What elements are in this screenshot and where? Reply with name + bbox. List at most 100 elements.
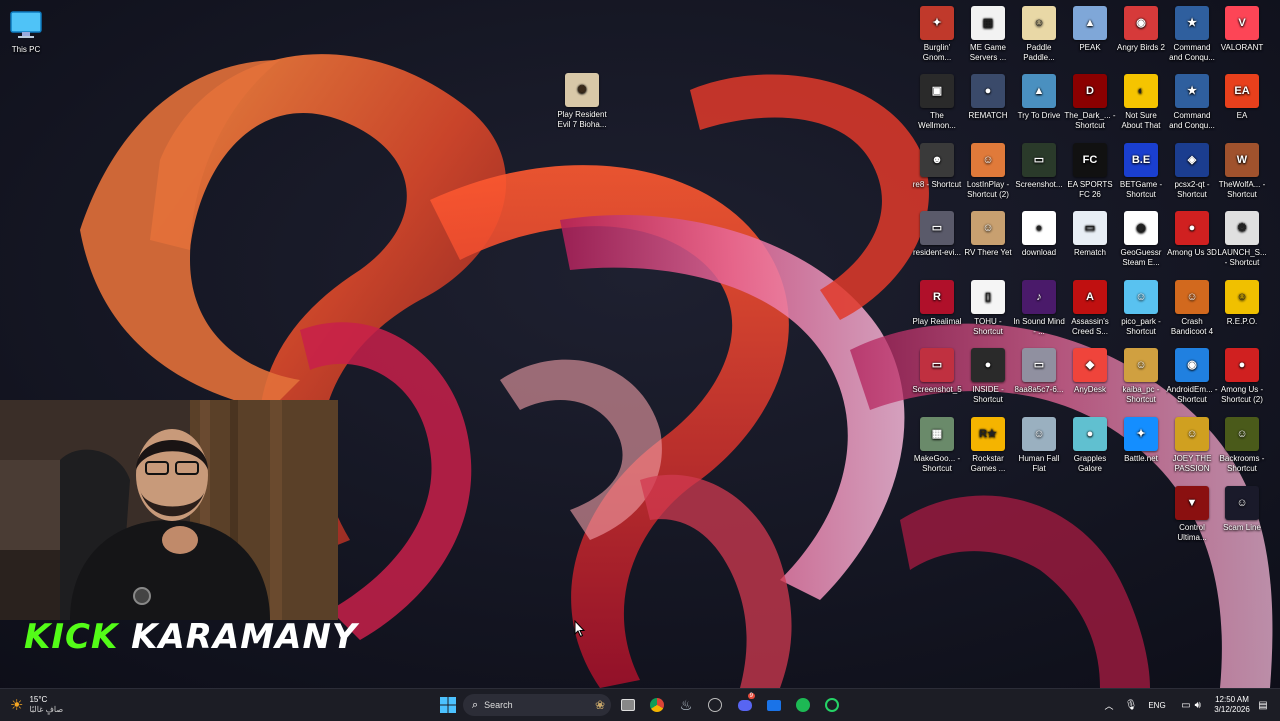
desktop-shortcut-icon[interactable]: V VALORANT <box>1216 6 1268 53</box>
app-icon: ☺ <box>1175 417 1209 451</box>
desktop-shortcut-icon[interactable]: ▭ Screenshot... <box>1013 143 1065 190</box>
desktop-icon-resident-evil-7[interactable]: ✺ Play Resident Evil 7 Bioha... <box>556 73 608 130</box>
app-icon: ✦ <box>1124 417 1158 451</box>
weather-widget[interactable]: ☀ 15°C صافٍ غالبًا <box>10 693 90 717</box>
desktop-shortcut-icon[interactable]: ▭ resident-evi... <box>911 211 963 258</box>
desktop-icon-label: pcsx2-qt - Shortcut <box>1174 180 1210 199</box>
taskbar-search-box[interactable]: ⌕ Search ❀ <box>463 694 611 716</box>
desktop-shortcut-icon[interactable]: ◉ Angry Birds 2 <box>1115 6 1167 53</box>
windows-icon <box>440 697 456 713</box>
desktop-shortcut-icon[interactable]: ☺ Paddle Paddle... <box>1013 6 1065 63</box>
desktop-icon-label: Control Ultima... <box>1177 523 1207 542</box>
desktop-shortcut-icon[interactable]: ★ Command and Conqu... <box>1166 6 1218 63</box>
desktop-shortcut-icon[interactable]: ☺ pico_park - Shortcut <box>1115 280 1167 337</box>
taskbar-discord[interactable]: 9 <box>733 693 757 717</box>
desktop-shortcut-icon[interactable]: ♪ In Sound Mind - ... <box>1013 280 1065 337</box>
desktop-shortcut-icon[interactable]: FC EA SPORTS FC 26 <box>1064 143 1116 200</box>
desktop-shortcut-icon[interactable]: ▣ The Wellmon... <box>911 74 963 131</box>
desktop-shortcut-icon[interactable]: ▭ Rematch <box>1064 211 1116 258</box>
desktop-shortcut-icon[interactable]: W TheWolfA... - Shortcut <box>1216 143 1268 200</box>
desktop-shortcut-icon[interactable]: ◉ AndroidEm... - Shortcut <box>1166 348 1218 405</box>
desktop-shortcut-icon[interactable]: ★ Command and Conqu... <box>1166 74 1218 131</box>
desktop-shortcut-icon[interactable]: D The_Dark_... - Shortcut <box>1064 74 1116 131</box>
desktop-shortcut-icon[interactable]: ✦ Burglin' Gnom... <box>911 6 963 63</box>
app-icon: ● <box>1175 211 1209 245</box>
desktop-shortcut-icon[interactable]: ☺ Scam Line <box>1216 486 1268 533</box>
taskbar-steam[interactable]: ♨ <box>674 693 698 717</box>
desktop-icon-label: 8aa8a5c7-6... <box>1014 385 1064 394</box>
desktop-shortcut-icon[interactable]: ◆ AnyDesk <box>1064 348 1116 395</box>
desktop-icon-label: RV There Yet <box>964 248 1012 257</box>
taskbar-whatsapp[interactable] <box>820 693 844 717</box>
desktop-shortcut-icon[interactable]: ☺ Crash Bandicoot 4 <box>1166 280 1218 337</box>
desktop-shortcut-icon[interactable]: ☺ Human Fall Flat <box>1013 417 1065 474</box>
desktop-shortcut-icon[interactable]: ● REMATCH <box>962 74 1014 121</box>
taskbar-app-circle[interactable] <box>703 693 727 717</box>
desktop-shortcut-icon[interactable]: ▦ ME Game Servers ... <box>962 6 1014 63</box>
desktop-shortcut-icon[interactable]: EA EA <box>1216 74 1268 121</box>
app-icon: ⚙ <box>1225 211 1259 245</box>
task-view-icon <box>621 699 635 711</box>
desktop-shortcut-icon[interactable]: ▯ TOHU - Shortcut <box>962 280 1014 337</box>
desktop-shortcut-icon[interactable]: ◉ GeoGuessr Steam E... <box>1115 211 1167 268</box>
tray-microphone[interactable]: 🎙︎ <box>1124 693 1138 717</box>
desktop-icon-label: INSIDE - Shortcut <box>972 385 1004 404</box>
steam-icon: ♨ <box>679 696 693 713</box>
app-icon: ▲ <box>1022 74 1056 108</box>
start-button[interactable] <box>436 693 460 717</box>
circle-app-icon <box>708 698 722 712</box>
volume-icon: 🔊︎ <box>1194 699 1201 711</box>
desktop-icon-this-pc[interactable]: This PC <box>0 8 52 55</box>
desktop-shortcut-icon[interactable]: ☺ LostInPlay - Shortcut (2) <box>962 143 1014 200</box>
tray-network-volume[interactable]: ▭ 🔊︎ <box>1174 693 1208 717</box>
app-icon: ▣ <box>920 74 954 108</box>
webcam-image <box>0 400 338 620</box>
desktop-shortcut-icon[interactable]: ● INSIDE - Shortcut <box>962 348 1014 405</box>
desktop-shortcut-icon[interactable]: ▦ MakeGoo... - Shortcut <box>911 417 963 474</box>
app-icon: ▭ <box>920 211 954 245</box>
desktop-shortcut-icon[interactable]: ▭ 8aa8a5c7-6... <box>1013 348 1065 395</box>
network-icon: ▭ <box>1181 699 1191 711</box>
desktop-icon-label: Screenshot_5 <box>912 385 962 394</box>
tray-clock[interactable]: 12:50 AM 3/12/2026 <box>1208 693 1256 717</box>
desktop-shortcut-icon[interactable]: ☻ re8 - Shortcut <box>911 143 963 190</box>
desktop-shortcut-icon[interactable]: ● Among Us - Shortcut (2) <box>1216 348 1268 405</box>
desktop-shortcut-icon[interactable]: ▼ Control Ultima... <box>1166 486 1218 543</box>
desktop-shortcut-icon[interactable]: ◈ pcsx2-qt - Shortcut <box>1166 143 1218 200</box>
tray-overflow-chevron[interactable]: ︿ <box>1102 693 1116 717</box>
desktop-shortcut-icon[interactable]: B.E BETGame - Shortcut <box>1115 143 1167 200</box>
desktop-shortcut-icon[interactable]: ☺ Backrooms - Shortcut <box>1216 417 1268 474</box>
desktop-shortcut-icon[interactable]: ◐ Not Sure About That <box>1115 74 1167 131</box>
desktop-shortcut-icon[interactable]: ▭ Screenshot_5 <box>911 348 963 395</box>
desktop-shortcut-icon[interactable]: ▲ Try To Drive <box>1013 74 1065 121</box>
taskbar-task-view[interactable] <box>616 693 640 717</box>
desktop-shortcut-icon[interactable]: ⚙ LAUNCH_S... - Shortcut <box>1216 211 1268 268</box>
tray-notifications[interactable]: ▤ <box>1256 693 1270 717</box>
desktop-shortcut-icon[interactable]: ● Among Us 3D <box>1166 211 1218 258</box>
desktop-shortcut-icon[interactable]: ☺ kaiba_pc - Shortcut <box>1115 348 1167 405</box>
desktop-icon-label: Burglin' Gnom... <box>922 43 952 62</box>
desktop-shortcut-icon[interactable]: ▲ PEAK <box>1064 6 1116 53</box>
desktop-shortcut-icon[interactable]: ● Grapples Galore <box>1064 417 1116 474</box>
app-icon: ☺ <box>1124 280 1158 314</box>
chrome-icon <box>650 698 664 712</box>
app-icon: ☺ <box>1124 348 1158 382</box>
discord-badge: 9 <box>747 693 755 699</box>
taskbar-spotify[interactable] <box>791 693 815 717</box>
desktop-shortcut-icon[interactable]: A Assassin's Creed S... <box>1064 280 1116 337</box>
taskbar-chrome[interactable] <box>645 693 669 717</box>
language-indicator: ENG <box>1148 700 1166 710</box>
desktop-shortcut-icon[interactable]: ☺ JOEY THE PASSION <box>1166 417 1218 474</box>
desktop-icon-label: GeoGuessr Steam E... <box>1120 248 1162 267</box>
tray-language[interactable]: ENG <box>1145 693 1169 717</box>
desktop-shortcut-icon[interactable]: ✦ Battle.net <box>1115 417 1167 464</box>
desktop-shortcut-icon[interactable]: ☺ RV There Yet <box>962 211 1014 258</box>
desktop-shortcut-icon[interactable]: R★ Rockstar Games ... <box>962 417 1014 474</box>
desktop-shortcut-icon[interactable]: R Play Realimal <box>911 280 963 327</box>
taskbar-mail[interactable] <box>762 693 786 717</box>
app-icon: ◈ <box>1175 143 1209 177</box>
desktop-shortcut-icon[interactable]: ☺ R.E.P.O. <box>1216 280 1268 327</box>
desktop-shortcut-icon[interactable]: ● download <box>1013 211 1065 258</box>
desktop-icon-label: Command and Conqu... <box>1169 111 1215 130</box>
search-highlight-icon: ❀ <box>594 698 605 712</box>
